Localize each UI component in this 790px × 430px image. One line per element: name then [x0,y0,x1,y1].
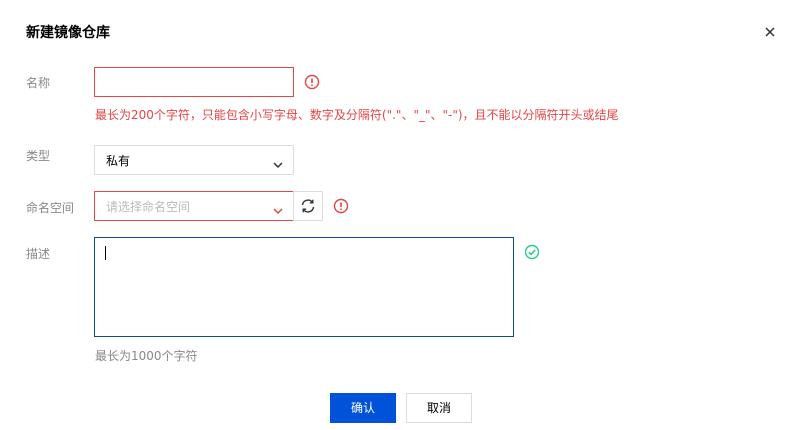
confirm-button[interactable]: 确认 [330,393,396,423]
description-textarea[interactable] [94,237,514,337]
description-hint: 最长为1000个字符 [95,349,198,363]
namespace-refresh-button[interactable] [293,191,323,221]
check-circle-icon [524,244,540,260]
type-label: 类型 [26,149,51,163]
namespace-select[interactable]: 请选择命名空间 [94,191,294,221]
error-circle-icon [304,74,320,90]
namespace-placeholder: 请选择命名空间 [106,200,191,214]
text-cursor [105,246,106,260]
chevron-down-icon [273,201,283,215]
description-label: 描述 [26,247,51,261]
refresh-icon [300,198,316,218]
chevron-down-icon [273,155,283,169]
dialog-title: 新建镜像仓库 [26,25,110,41]
error-circle-icon [333,198,349,214]
name-input[interactable] [94,67,294,97]
type-select[interactable]: 私有 [94,145,294,175]
namespace-label: 命名空间 [26,201,75,215]
name-label: 名称 [26,76,51,90]
cancel-button[interactable]: 取消 [406,393,472,423]
name-error-message: 最长为200个字符，只能包含小写字母、数字及分隔符("."、"_"、"-")，且… [95,108,619,122]
close-icon[interactable] [762,24,778,40]
create-repo-dialog: 新建镜像仓库 名称 最长为200个字符，只能包含小写字母、数字及分隔符("."、… [0,0,790,430]
type-select-value: 私有 [106,154,131,168]
